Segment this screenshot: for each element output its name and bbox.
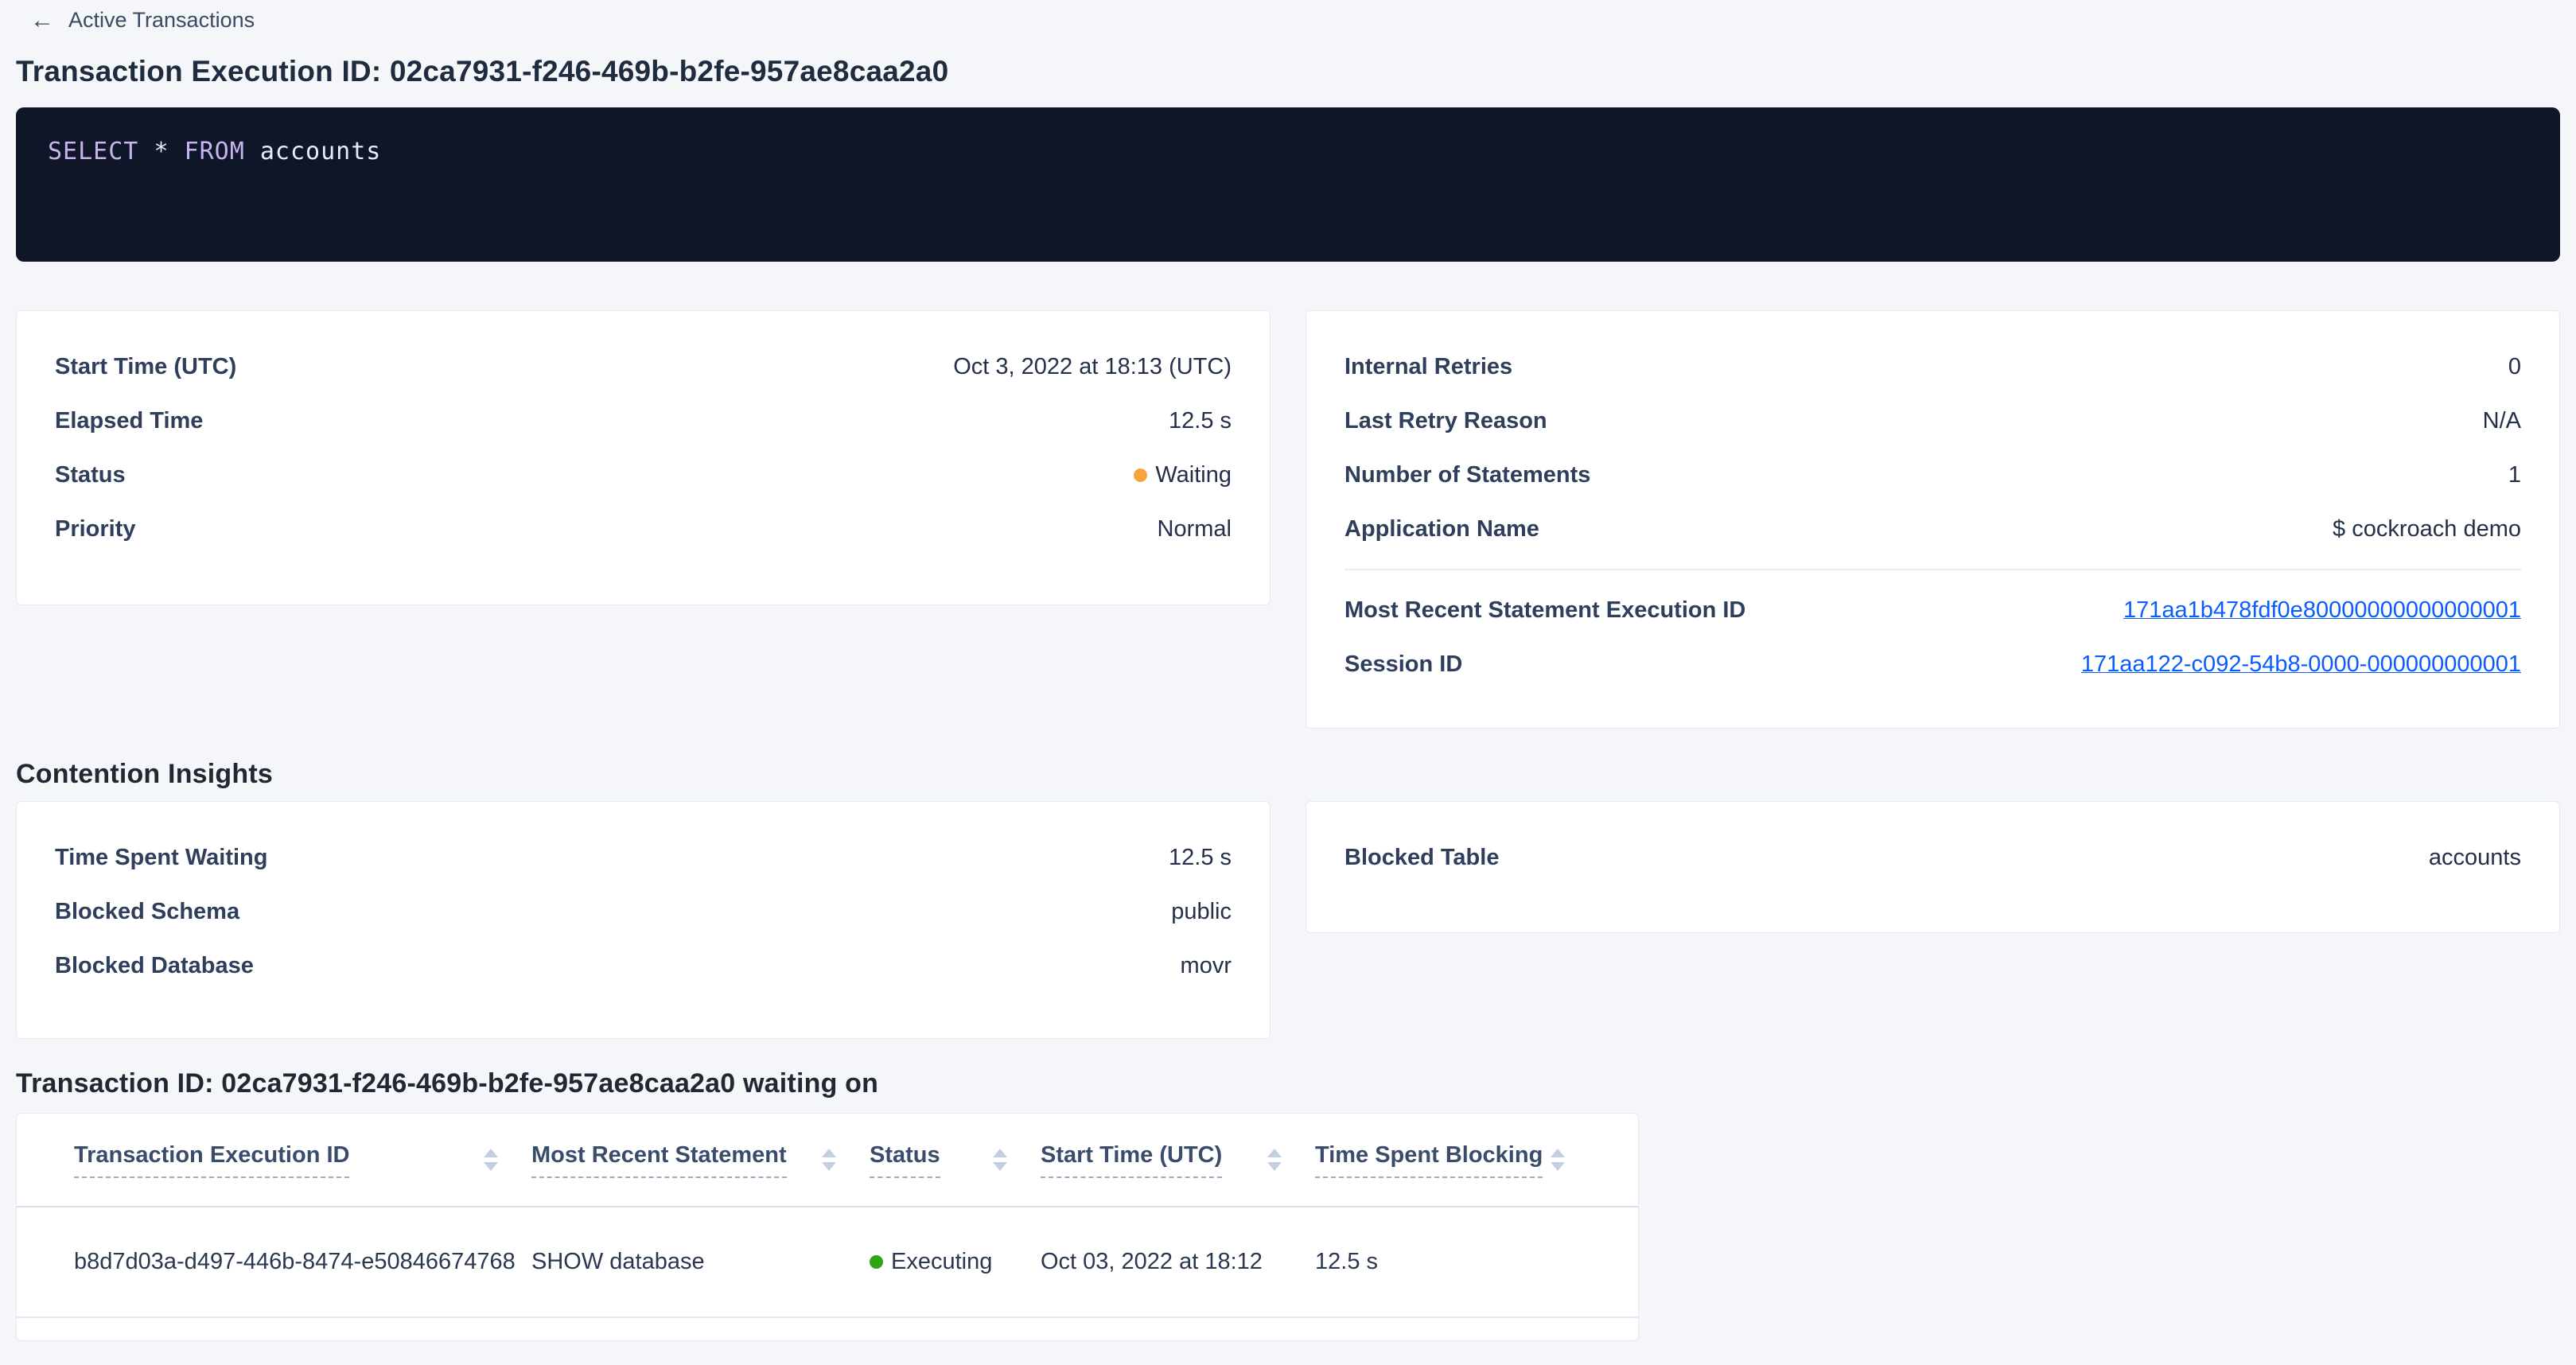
card-divider — [1344, 569, 2521, 570]
sql-keyword-from: FROM — [185, 138, 245, 165]
blocked-schema-row: Blocked Schema public — [55, 885, 1232, 939]
transaction-details-card: Internal Retries 0 Last Retry Reason N/A… — [1306, 310, 2560, 729]
time-spent-waiting-label: Time Spent Waiting — [55, 845, 267, 871]
cell-most-recent-statement: SHOW database — [531, 1249, 870, 1275]
transaction-overview-card: Start Time (UTC) Oct 3, 2022 at 18:13 (U… — [16, 310, 1270, 605]
application-name-row: Application Name $ cockroach demo — [1344, 502, 2521, 556]
session-id-link[interactable]: 171aa122-c092-54b8-0000-000000000001 — [2081, 651, 2521, 678]
blocked-schema-value: public — [1171, 899, 1232, 925]
time-spent-waiting-value: 12.5 s — [1169, 845, 1232, 871]
column-header-status[interactable]: Status — [870, 1142, 1041, 1178]
back-to-active-transactions-link[interactable]: ← Active Transactions — [30, 0, 255, 33]
number-of-statements-value: 1 — [2508, 462, 2521, 488]
blocked-table-card: Blocked Table accounts — [1306, 801, 2560, 933]
last-retry-reason-label: Last Retry Reason — [1344, 408, 1547, 434]
elapsed-time-value: 12.5 s — [1169, 408, 1232, 434]
status-text: Executing — [891, 1249, 992, 1275]
application-name-label: Application Name — [1344, 516, 1539, 542]
sort-icon[interactable] — [1267, 1149, 1282, 1171]
cell-transaction-execution-id: b8d7d03a-d497-446b-8474-e50846674768 — [74, 1249, 531, 1275]
sql-star: * — [154, 138, 169, 165]
cell-start-time: Oct 03, 2022 at 18:12 — [1041, 1249, 1315, 1275]
blocked-database-value: movr — [1181, 953, 1232, 979]
column-header-label: Time Spent Blocking — [1315, 1142, 1543, 1178]
sort-icon[interactable] — [484, 1149, 498, 1171]
last-retry-reason-row: Last Retry Reason N/A — [1344, 394, 2521, 448]
status-label: Status — [55, 462, 126, 488]
status-row: Status Waiting — [55, 448, 1232, 502]
sort-icon[interactable] — [1551, 1149, 1565, 1171]
statement-execution-id-label: Most Recent Statement Execution ID — [1344, 597, 1745, 624]
waiting-status-dot-icon — [1134, 469, 1147, 482]
time-spent-waiting-row: Time Spent Waiting 12.5 s — [55, 830, 1232, 885]
column-header-label: Status — [870, 1142, 940, 1178]
column-header-label: Start Time (UTC) — [1041, 1142, 1222, 1178]
sql-statement-box: SELECT * FROM accounts — [16, 107, 2560, 262]
contention-insights-heading: Contention Insights — [16, 759, 2560, 790]
waiting-on-heading: Transaction ID: 02ca7931-f246-469b-b2fe-… — [16, 1068, 2560, 1099]
internal-retries-label: Internal Retries — [1344, 354, 1512, 380]
statement-execution-id-row: Most Recent Statement Execution ID 171aa… — [1344, 583, 2521, 637]
sql-identifier: accounts — [260, 138, 382, 165]
priority-value: Normal — [1158, 516, 1232, 542]
cell-time-spent-blocking: 12.5 s — [1315, 1249, 1598, 1275]
last-retry-reason-value: N/A — [2483, 408, 2521, 434]
column-header-transaction-execution-id[interactable]: Transaction Execution ID — [74, 1142, 531, 1178]
status-text: Waiting — [1155, 462, 1232, 488]
session-id-label: Session ID — [1344, 651, 1462, 678]
column-header-label: Transaction Execution ID — [74, 1142, 349, 1178]
start-time-row: Start Time (UTC) Oct 3, 2022 at 18:13 (U… — [55, 340, 1232, 394]
start-time-value: Oct 3, 2022 at 18:13 (UTC) — [953, 354, 1232, 380]
sql-statement: SELECT * FROM accounts — [48, 138, 381, 165]
contention-details-card: Time Spent Waiting 12.5 s Blocked Schema… — [16, 801, 1270, 1039]
internal-retries-value: 0 — [2508, 354, 2521, 380]
waiting-transactions-table: Transaction Execution ID Most Recent Sta… — [16, 1113, 1639, 1341]
executing-status-dot-icon — [870, 1255, 883, 1269]
application-name-value: $ cockroach demo — [2333, 516, 2521, 542]
blocked-database-label: Blocked Database — [55, 953, 254, 979]
column-header-start-time[interactable]: Start Time (UTC) — [1041, 1142, 1315, 1178]
sort-icon[interactable] — [993, 1149, 1007, 1171]
table-header-row: Transaction Execution ID Most Recent Sta… — [17, 1114, 1638, 1208]
blocked-table-label: Blocked Table — [1344, 845, 1499, 871]
blocked-schema-label: Blocked Schema — [55, 899, 239, 925]
blocked-table-value: accounts — [2429, 845, 2521, 871]
column-header-most-recent-statement[interactable]: Most Recent Statement — [531, 1142, 870, 1178]
blocked-table-row: Blocked Table accounts — [1344, 830, 2521, 885]
elapsed-time-row: Elapsed Time 12.5 s — [55, 394, 1232, 448]
back-arrow-icon: ← — [30, 9, 54, 33]
page-title: Transaction Execution ID: 02ca7931-f246-… — [16, 55, 2560, 88]
number-of-statements-label: Number of Statements — [1344, 462, 1590, 488]
sort-icon[interactable] — [822, 1149, 836, 1171]
start-time-label: Start Time (UTC) — [55, 354, 236, 380]
statement-execution-id-link[interactable]: 171aa1b478fdf0e80000000000000001 — [2123, 597, 2521, 624]
priority-row: Priority Normal — [55, 502, 1232, 556]
number-of-statements-row: Number of Statements 1 — [1344, 448, 2521, 502]
session-id-row: Session ID 171aa122-c092-54b8-0000-00000… — [1344, 637, 2521, 691]
back-link-label: Active Transactions — [68, 8, 255, 33]
priority-label: Priority — [55, 516, 136, 542]
sql-keyword-select: SELECT — [48, 138, 138, 165]
table-row: b8d7d03a-d497-446b-8474-e50846674768 SHO… — [17, 1208, 1638, 1318]
internal-retries-row: Internal Retries 0 — [1344, 340, 2521, 394]
blocked-database-row: Blocked Database movr — [55, 939, 1232, 993]
column-header-label: Most Recent Statement — [531, 1142, 787, 1178]
column-header-time-spent-blocking[interactable]: Time Spent Blocking — [1315, 1142, 1598, 1178]
cell-status: Executing — [870, 1249, 1041, 1275]
elapsed-time-label: Elapsed Time — [55, 408, 203, 434]
status-value: Waiting — [1134, 462, 1232, 488]
transaction-details-page: ← Active Transactions Transaction Execut… — [0, 0, 2576, 1365]
